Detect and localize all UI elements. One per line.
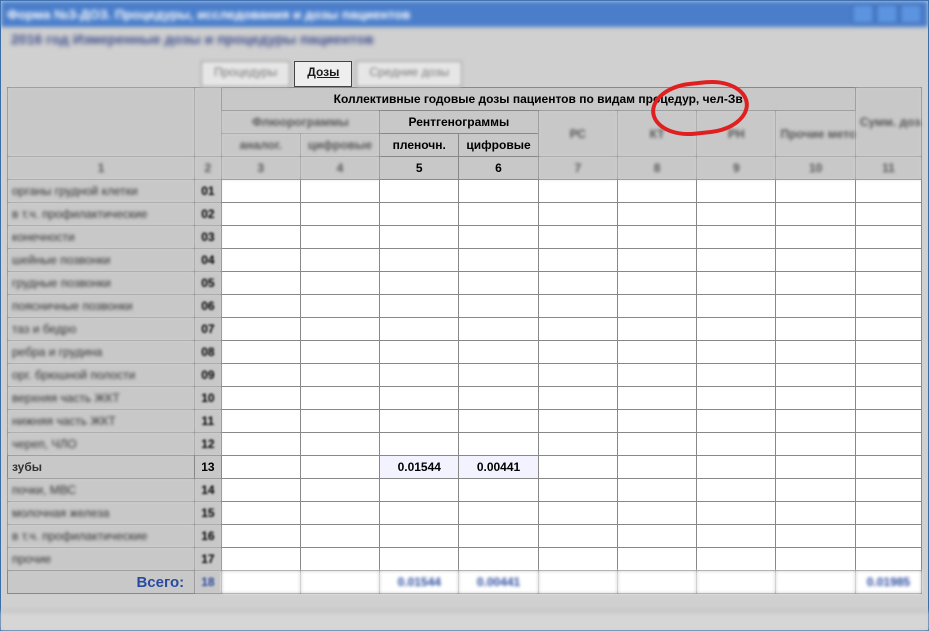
table-row: в т.ч. профилактические02 — [8, 203, 922, 226]
table-row: грудные позвонки05 — [8, 272, 922, 295]
total-c6: 0.00441 — [459, 571, 538, 594]
window-title: Форма №3-ДОЗ. Процедуры, исследования и … — [7, 7, 410, 22]
total-c11: 0.01985 — [855, 571, 921, 594]
statusbar — [1, 611, 928, 630]
cell-zuby-rg-a[interactable]: 0.01544 — [380, 456, 459, 479]
table-row: таз и бедро07 — [8, 318, 922, 341]
col-rg-b: цифровые — [459, 134, 538, 157]
col-fg-a: аналог. — [221, 134, 300, 157]
table-row: в т.ч. профилактические16 — [8, 525, 922, 548]
col-n6: 6 — [459, 157, 538, 180]
close-button[interactable] — [900, 4, 922, 24]
minimize-button[interactable] — [852, 4, 874, 24]
total-c5: 0.01544 — [380, 571, 459, 594]
col-main-head: Коллективные годовые дозы пациентов по в… — [221, 88, 855, 111]
col-num-head — [195, 88, 221, 157]
titlebar: Форма №3-ДОЗ. Процедуры, исследования и … — [1, 1, 928, 27]
tab-procedures[interactable]: Процедуры — [201, 61, 290, 87]
table-row: верхняя часть ЖКТ10 — [8, 387, 922, 410]
col-n8: 8 — [617, 157, 696, 180]
table-row: нижняя часть ЖКТ11 — [8, 410, 922, 433]
col-c9: РН — [697, 111, 776, 157]
col-n10: 10 — [776, 157, 855, 180]
col-n9: 9 — [697, 157, 776, 180]
table-row: череп, ЧЛО12 — [8, 433, 922, 456]
col-n2: 2 — [195, 157, 221, 180]
total-label: Всего: — [8, 571, 195, 594]
app-window: Форма №3-ДОЗ. Процедуры, исследования и … — [0, 0, 929, 631]
table-row-total: Всего: 18 0.01544 0.00441 0.01985 — [8, 571, 922, 594]
col-sum-head: Сумм. доза, чел-Зв — [855, 88, 921, 157]
tab-doses[interactable]: Дозы — [294, 61, 352, 87]
col-n4: 4 — [300, 157, 379, 180]
tab-avg-doses[interactable]: Средние дозы — [356, 61, 462, 87]
page-subheader: 2016 год Измеренные дозы и процедуры пац… — [1, 27, 928, 61]
tabs-bar: Процедуры Дозы Средние дозы — [1, 61, 928, 87]
col-n3: 3 — [221, 157, 300, 180]
col-n11: 11 — [855, 157, 921, 180]
table-row: органы грудной клетки01 — [8, 180, 922, 203]
table-row: почки, МВС14 — [8, 479, 922, 502]
col-rg-head: Рентгенограммы — [380, 111, 539, 134]
table-row: ребра и грудина08 — [8, 341, 922, 364]
col-n5: 5 — [380, 157, 459, 180]
data-grid[interactable]: Коллективные годовые дозы пациентов по в… — [7, 87, 922, 594]
maximize-button[interactable] — [876, 4, 898, 24]
col-rg-a: пленочн. — [380, 134, 459, 157]
row-label-zuby: зубы — [8, 456, 195, 479]
grid-body: органы грудной клетки01 в т.ч. профилакт… — [8, 180, 922, 594]
table-row: поясничные позвонки06 — [8, 295, 922, 318]
col-c8: КТ — [617, 111, 696, 157]
table-row: молочная железа15 — [8, 502, 922, 525]
table-row: конечности03 — [8, 226, 922, 249]
table-row: орг. брюшной полости09 — [8, 364, 922, 387]
col-c10: Прочие методы — [776, 111, 855, 157]
col-n7: 7 — [538, 157, 617, 180]
col-c7: РС — [538, 111, 617, 157]
col-fg-head: Флюорограммы — [221, 111, 380, 134]
table-row: шейные позвонки04 — [8, 249, 922, 272]
grid-container: Коллективные годовые дозы пациентов по в… — [1, 87, 928, 611]
col-n1: 1 — [8, 157, 195, 180]
table-row-zuby: зубы 13 0.01544 0.00441 — [8, 456, 922, 479]
cell-zuby-rg-b[interactable]: 0.00441 — [459, 456, 538, 479]
table-row: прочие17 — [8, 548, 922, 571]
row-num-zuby: 13 — [195, 456, 221, 479]
col-fg-d: цифровые — [300, 134, 379, 157]
col-label-head — [8, 88, 195, 157]
